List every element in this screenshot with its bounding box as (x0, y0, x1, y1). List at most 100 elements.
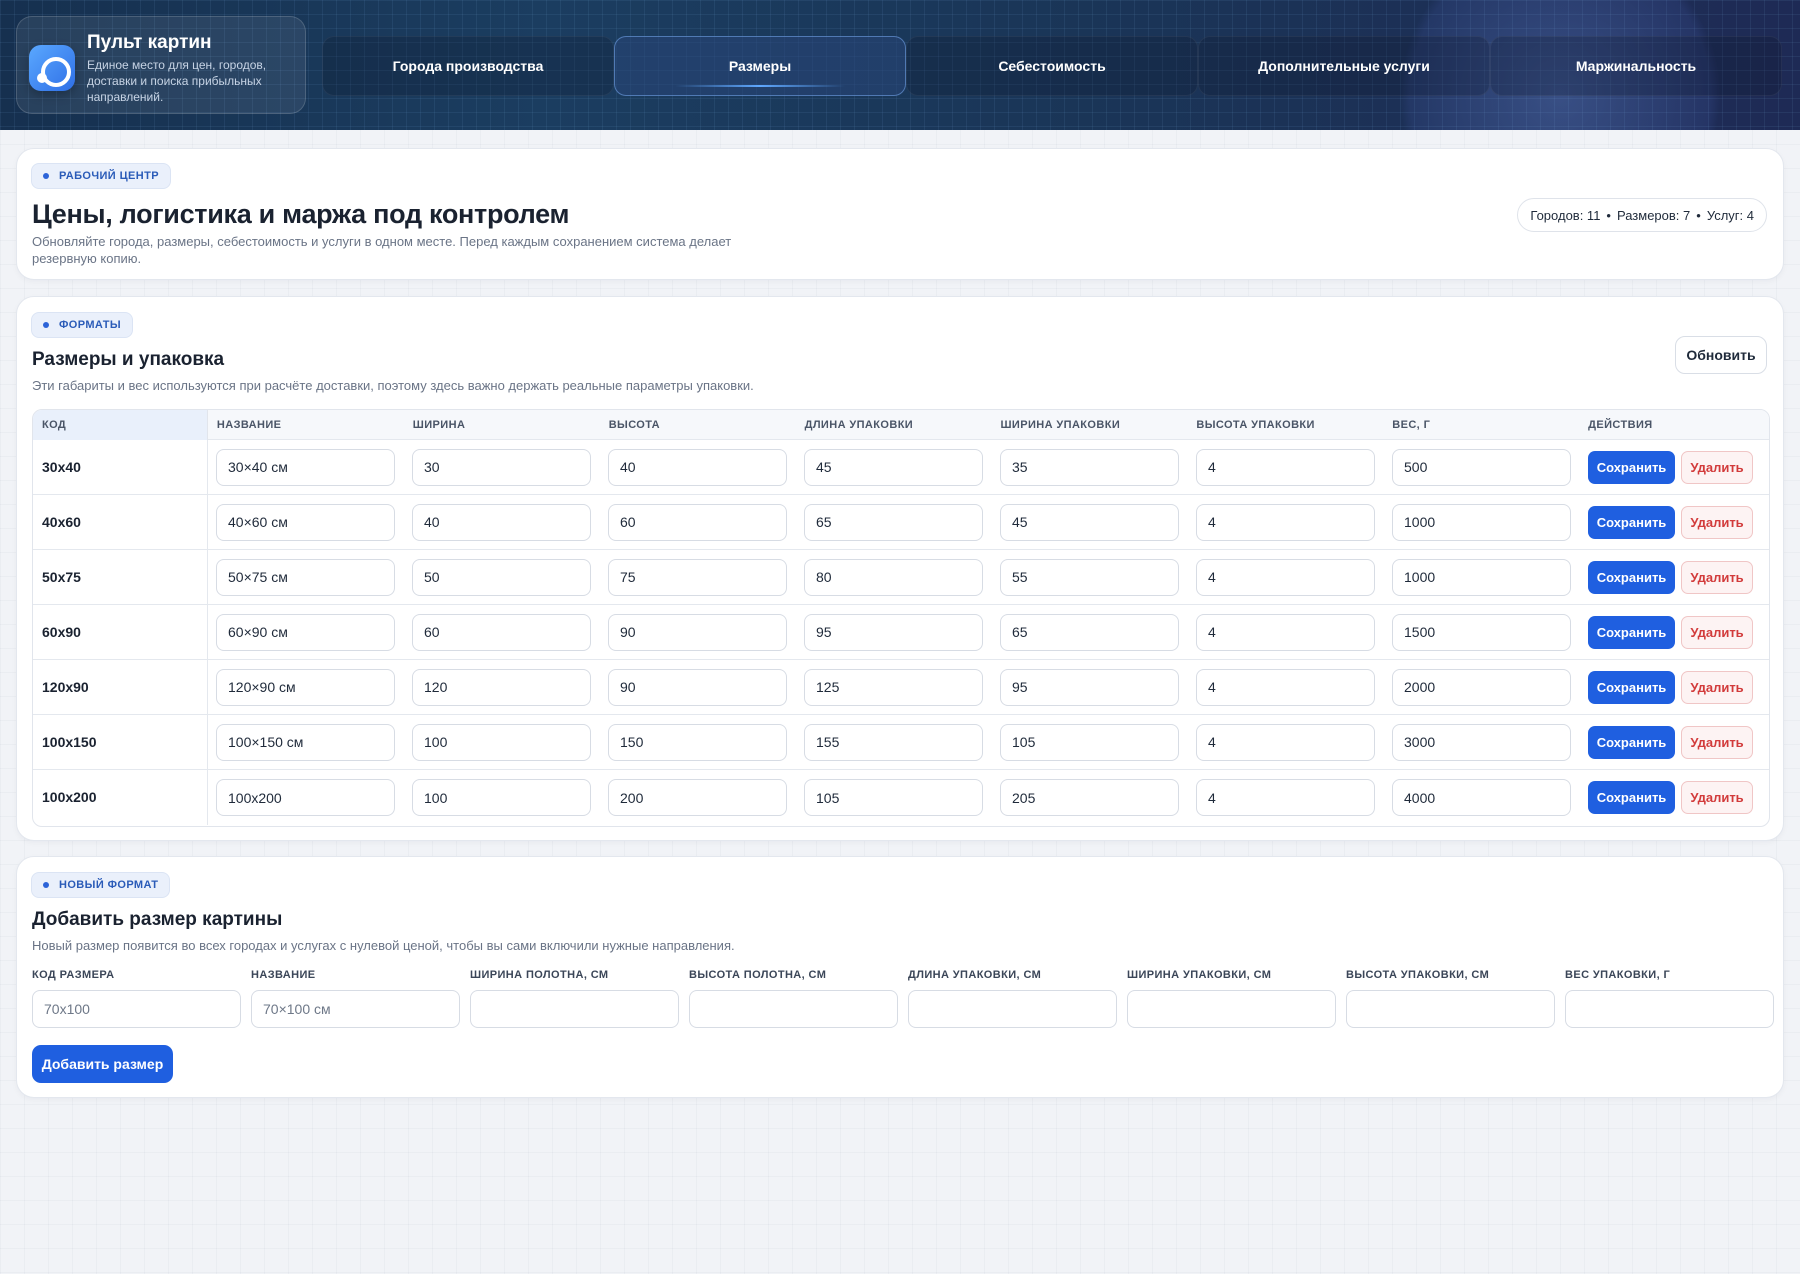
name-input[interactable] (216, 503, 395, 541)
new-format-input[interactable] (1565, 990, 1774, 1028)
new-format-input[interactable] (470, 990, 679, 1028)
save-button[interactable]: Сохранить (1588, 450, 1675, 484)
name-input[interactable] (216, 558, 395, 596)
new-format-input[interactable] (908, 990, 1117, 1028)
brand-subtitle: Единое место для цен, городов, доставки … (87, 58, 267, 104)
delete-button[interactable]: Удалить (1681, 450, 1753, 484)
refresh-button[interactable]: Обновить (1675, 336, 1767, 374)
delete-button[interactable]: Удалить (1681, 725, 1753, 759)
table-header: КОД НАЗВАНИЕ ШИРИНА ВЫСОТА ДЛИНА УПАКОВК… (33, 410, 1769, 440)
width-input[interactable] (412, 503, 591, 541)
name-input[interactable] (216, 613, 395, 651)
table-cell (1188, 723, 1384, 761)
weight-input[interactable] (1392, 723, 1571, 761)
pack-width-input[interactable] (1000, 503, 1179, 541)
formats-badge: ФОРМАТЫ (31, 312, 133, 338)
pack-height-input[interactable] (1196, 613, 1375, 651)
table-cell (1384, 723, 1580, 761)
height-input[interactable] (608, 558, 787, 596)
weight-input[interactable] (1392, 613, 1571, 651)
table-cell (208, 448, 404, 486)
pack-length-input[interactable] (804, 779, 983, 816)
pack-length-input[interactable] (804, 668, 983, 706)
delete-button[interactable]: Удалить (1681, 670, 1753, 704)
pack-height-input[interactable] (1196, 779, 1375, 816)
table-row: 50x75 Сохранить Удалить (33, 549, 1769, 605)
pack-width-input[interactable] (1000, 668, 1179, 706)
height-input[interactable] (608, 723, 787, 761)
new-format-input[interactable] (689, 990, 898, 1028)
pack-height-input[interactable] (1196, 558, 1375, 596)
weight-input[interactable] (1392, 503, 1571, 541)
table-cell (992, 613, 1188, 651)
weight-input[interactable] (1392, 779, 1571, 816)
save-button[interactable]: Сохранить (1588, 615, 1675, 649)
name-input[interactable] (216, 723, 395, 761)
pack-length-input[interactable] (804, 723, 983, 761)
pack-length-input[interactable] (804, 613, 983, 651)
stats-badge: Городов: 11 • Размеров: 7 • Услуг: 4 (1517, 198, 1767, 232)
tab-services[interactable]: Дополнительные услуги (1198, 36, 1490, 96)
tab-margin[interactable]: Маржинальность (1490, 36, 1782, 96)
new-format-input[interactable] (1346, 990, 1555, 1028)
width-input[interactable] (412, 779, 591, 816)
width-input[interactable] (412, 613, 591, 651)
height-input[interactable] (608, 779, 787, 816)
pack-width-input[interactable] (1000, 448, 1179, 486)
save-button[interactable]: Сохранить (1588, 670, 1675, 704)
height-input[interactable] (608, 613, 787, 651)
height-input[interactable] (608, 448, 787, 486)
name-input[interactable] (216, 668, 395, 706)
save-button[interactable]: Сохранить (1588, 505, 1675, 539)
pack-height-input[interactable] (1196, 723, 1375, 761)
pack-width-input[interactable] (1000, 558, 1179, 596)
save-button[interactable]: Сохранить (1588, 781, 1675, 814)
save-button[interactable]: Сохранить (1588, 560, 1675, 594)
tab-cities[interactable]: Города производства (322, 36, 614, 96)
delete-button[interactable]: Удалить (1681, 615, 1753, 649)
new-format-input[interactable] (251, 990, 460, 1028)
width-input[interactable] (412, 448, 591, 486)
name-input[interactable] (216, 448, 395, 486)
dot-icon (43, 882, 49, 888)
weight-input[interactable] (1392, 558, 1571, 596)
delete-button[interactable]: Удалить (1681, 505, 1753, 539)
pack-height-input[interactable] (1196, 448, 1375, 486)
pack-length-input[interactable] (804, 448, 983, 486)
table-cell (1188, 503, 1384, 541)
stat-separator: • (1696, 207, 1701, 223)
table-cell (1188, 613, 1384, 651)
delete-button[interactable]: Удалить (1681, 560, 1753, 594)
new-format-badge-label: НОВЫЙ ФОРМАТ (59, 879, 159, 891)
pack-length-input[interactable] (804, 503, 983, 541)
stat-sizes: Размеров: 7 (1616, 207, 1691, 223)
weight-input[interactable] (1392, 448, 1571, 486)
save-button[interactable]: Сохранить (1588, 725, 1675, 759)
table-cell (404, 448, 600, 486)
height-input[interactable] (608, 503, 787, 541)
new-format-input[interactable] (32, 990, 241, 1028)
pack-width-input[interactable] (1000, 723, 1179, 761)
pack-height-input[interactable] (1196, 668, 1375, 706)
tab-cost[interactable]: Себестоимость (906, 36, 1198, 96)
overview-card: РАБОЧИЙ ЦЕНТР Цены, логистика и маржа по… (16, 148, 1784, 280)
add-size-button[interactable]: Добавить размер (32, 1045, 173, 1083)
width-input[interactable] (412, 558, 591, 596)
delete-button[interactable]: Удалить (1681, 781, 1753, 814)
width-input[interactable] (412, 723, 591, 761)
tab-sizes[interactable]: Размеры (614, 36, 906, 96)
pack-width-input[interactable] (1000, 613, 1179, 651)
pack-width-input[interactable] (1000, 779, 1179, 816)
table-cell (796, 613, 992, 651)
height-input[interactable] (608, 668, 787, 706)
field-label: КОД РАЗМЕРА (32, 969, 115, 981)
new-format-input[interactable] (1127, 990, 1336, 1028)
name-input[interactable] (216, 779, 395, 816)
pack-height-input[interactable] (1196, 503, 1375, 541)
pack-length-input[interactable] (804, 558, 983, 596)
width-input[interactable] (412, 668, 591, 706)
weight-input[interactable] (1392, 668, 1571, 706)
table-cell (1188, 558, 1384, 596)
table-cell (208, 613, 404, 651)
table-row: 100x150 Сохранить Удалить (33, 714, 1769, 770)
